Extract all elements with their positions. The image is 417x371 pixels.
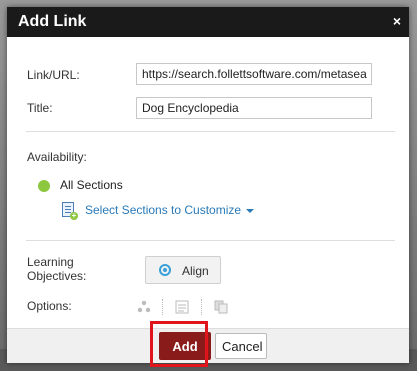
text-icon[interactable] bbox=[175, 300, 189, 314]
option-separator bbox=[201, 299, 203, 315]
availability-label: Availability: bbox=[27, 150, 87, 164]
green-dot-icon bbox=[38, 180, 50, 192]
divider bbox=[26, 240, 395, 241]
plus-badge-icon: + bbox=[70, 211, 78, 220]
all-sections-label: All Sections bbox=[60, 178, 123, 192]
chevron-down-icon bbox=[246, 208, 255, 213]
title-label: Title: bbox=[27, 101, 53, 115]
close-icon[interactable]: × bbox=[393, 13, 401, 29]
share-icon[interactable] bbox=[137, 300, 151, 314]
add-link-dialog: Add Link × Link/URL: https://search.foll… bbox=[7, 7, 409, 363]
option-separator bbox=[162, 299, 164, 315]
select-sections-link[interactable]: Select Sections to Customize bbox=[85, 203, 255, 217]
link-url-label: Link/URL: bbox=[27, 68, 80, 82]
select-sections-label: Select Sections to Customize bbox=[85, 203, 242, 217]
divider bbox=[26, 131, 395, 132]
dialog-body: Link/URL: https://search.follettsoftware… bbox=[7, 37, 409, 329]
title-input[interactable]: Dog Encyclopedia bbox=[136, 97, 372, 119]
align-label: Align bbox=[182, 264, 209, 278]
link-url-input[interactable]: https://search.follettsoftware.com/metas… bbox=[136, 63, 372, 85]
dialog-titlebar: Add Link × bbox=[7, 7, 409, 37]
dialog-title: Add Link bbox=[18, 13, 87, 30]
cancel-button[interactable]: Cancel bbox=[215, 333, 267, 359]
learning-objectives-label-line1: Learning bbox=[27, 255, 74, 269]
dialog-footer: Add Cancel bbox=[7, 328, 409, 363]
copy-icon[interactable] bbox=[214, 300, 228, 314]
target-icon bbox=[159, 264, 171, 276]
options-label: Options: bbox=[27, 299, 72, 313]
learning-objectives-label-line2: Objectives: bbox=[27, 269, 87, 283]
align-button[interactable]: Align bbox=[145, 256, 221, 284]
add-button[interactable]: Add bbox=[159, 332, 211, 360]
